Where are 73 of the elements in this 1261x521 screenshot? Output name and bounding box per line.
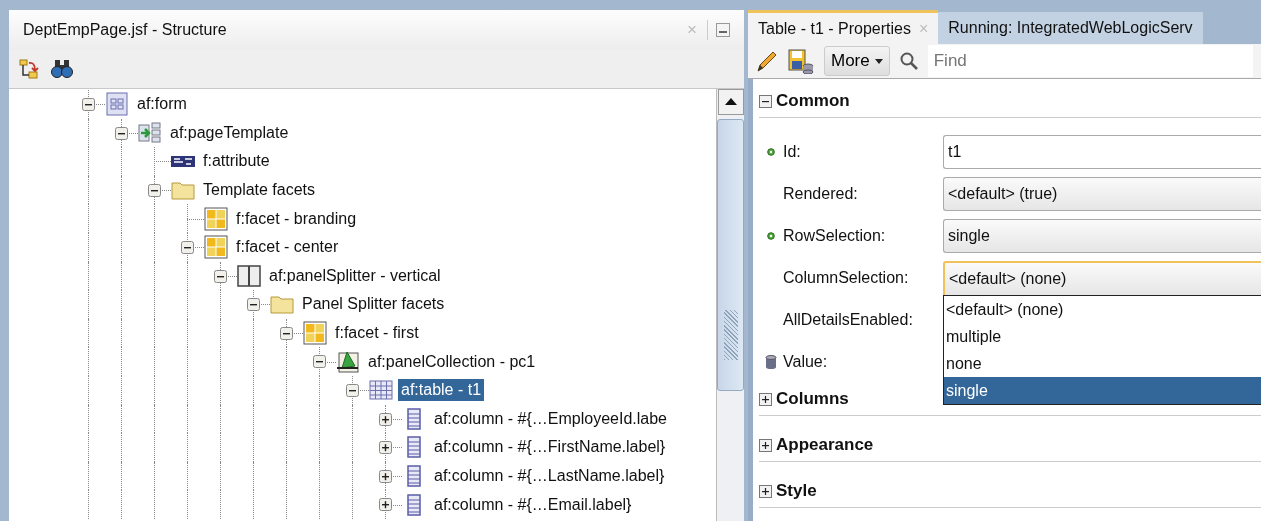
binoculars-icon[interactable]: [51, 59, 73, 79]
tree-node[interactable]: af:column - #{…EmployeeId.labe: [431, 407, 670, 430]
tree-node[interactable]: af:column - #{…LastName.label}: [431, 465, 668, 487]
tree-node[interactable]: Template facets: [200, 179, 319, 202]
tree-node[interactable]: af:panelSplitter - vertical: [266, 264, 444, 287]
text-field[interactable]: t1: [943, 135, 1261, 169]
tree-node[interactable]: f:facet - center: [233, 236, 342, 259]
split-pane-icon: [237, 263, 261, 288]
tree-node[interactable]: af:column - #{…FirstName.label}: [431, 436, 669, 459]
tree-node[interactable]: af:form: [134, 93, 190, 116]
tree-expander-icon[interactable]: [115, 126, 128, 140]
search-field[interactable]: Find: [927, 45, 1253, 77]
tree-sync-icon[interactable]: [19, 59, 39, 79]
scroll-thumb[interactable]: [717, 119, 744, 391]
tree-expander-icon[interactable]: [379, 469, 392, 483]
property-label: Id:: [783, 143, 802, 161]
more-button[interactable]: More: [824, 46, 890, 76]
tab[interactable]: Running: IntegratedWebLogicServ: [938, 12, 1203, 44]
template-arrow-icon: [138, 120, 162, 145]
property-label: Rendered:: [783, 185, 859, 203]
tree-node[interactable]: f:facet - branding: [233, 207, 360, 230]
section-title[interactable]: Columns: [776, 389, 849, 409]
dropdown-option[interactable]: single: [944, 377, 1261, 404]
minimize-icon[interactable]: [716, 23, 730, 37]
tree-expander-icon[interactable]: [346, 383, 359, 397]
tree-expander-icon[interactable]: [379, 412, 392, 426]
section-toggle-icon[interactable]: [759, 438, 772, 452]
dropdown-option[interactable]: multiple: [944, 323, 1261, 350]
tree-expander-icon[interactable]: [379, 498, 392, 512]
caret-icon: [874, 58, 883, 64]
tree-expander-icon[interactable]: [82, 98, 95, 111]
tree-node[interactable]: af:column - #{…Email.label}: [431, 493, 635, 516]
property-label: AllDetailsEnabled:: [783, 311, 914, 329]
tree-expander-icon[interactable]: [214, 269, 227, 283]
tree-node[interactable]: Panel Splitter facets: [299, 293, 448, 316]
search-icon: [899, 52, 918, 70]
tree-expander-icon[interactable]: [148, 183, 161, 197]
scrollbar[interactable]: [716, 89, 744, 521]
tree-node[interactable]: af:pageTemplate: [167, 121, 292, 144]
quad-grid-icon: [204, 235, 228, 260]
property-label: ColumnSelection:: [783, 269, 910, 287]
tree-expander-icon[interactable]: [247, 298, 260, 312]
panel-title: DeptEmpPage.jsf - Structure: [23, 21, 228, 39]
section-title[interactable]: Appearance: [776, 435, 874, 455]
tree-expander-icon[interactable]: [313, 355, 326, 369]
dropdown-field[interactable]: <default> (true): [943, 177, 1261, 211]
dropdown-field[interactable]: single: [943, 219, 1261, 253]
tree-node[interactable]: f:attribute: [200, 150, 273, 173]
dropdown-option[interactable]: <default> (none): [944, 296, 1261, 323]
tree-expander-icon[interactable]: [280, 326, 293, 340]
property-label: RowSelection:: [783, 227, 887, 245]
dropdown-field[interactable]: <default> (none): [943, 261, 1261, 297]
save-icon[interactable]: [788, 48, 814, 74]
triangle-panel-icon: [336, 349, 360, 374]
quad-grid-icon: [204, 206, 228, 231]
quad-grid-icon: [303, 321, 327, 346]
scroll-up-icon[interactable]: [717, 89, 744, 115]
tree-node[interactable]: f:facet - first: [332, 322, 422, 345]
pencil-icon[interactable]: [756, 49, 778, 73]
tree-node[interactable]: af:panelCollection - pc1: [365, 350, 539, 373]
property-label: Value:: [783, 353, 829, 371]
table-icon: [369, 378, 393, 403]
section-toggle-icon[interactable]: [759, 484, 772, 498]
tab[interactable]: Table - t1 - Properties ×: [748, 10, 939, 44]
section-toggle-icon[interactable]: [759, 94, 772, 108]
tree-expander-icon[interactable]: [181, 240, 194, 254]
dropdown-option[interactable]: none: [944, 350, 1261, 377]
tree-node[interactable]: af:table - t1: [398, 379, 485, 402]
section-toggle-icon[interactable]: [759, 392, 772, 406]
section-title[interactable]: Style: [776, 481, 817, 501]
section-title[interactable]: Common: [776, 91, 850, 111]
form-grid-icon: [105, 92, 129, 117]
tree-expander-icon[interactable]: [379, 441, 392, 455]
